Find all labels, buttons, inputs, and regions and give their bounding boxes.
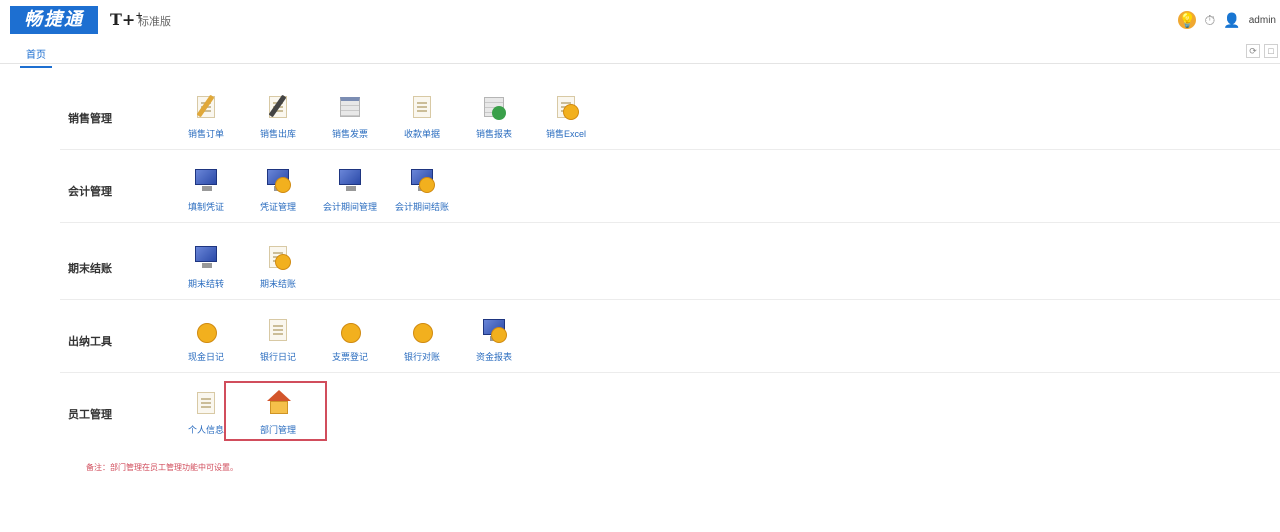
section-staff: 员工管理 个人信息 部门管理 bbox=[60, 376, 1280, 446]
doc-icon bbox=[407, 92, 437, 122]
header-tools: 💡 ⏱ 👤 admin bbox=[1178, 8, 1280, 32]
brand-logo[interactable]: 畅捷通 bbox=[10, 6, 98, 34]
sales-order-item[interactable]: 销售订单 bbox=[170, 92, 242, 148]
table-icon bbox=[335, 92, 365, 122]
doc-coin-icon bbox=[263, 242, 293, 272]
voucher-entry-item[interactable]: 填制凭证 bbox=[170, 165, 242, 221]
monitor-icon bbox=[191, 165, 221, 195]
user-icon[interactable]: 👤 bbox=[1223, 12, 1240, 29]
monitor-coin-icon bbox=[407, 165, 437, 195]
item-label: 收款单据 bbox=[403, 129, 440, 139]
voucher-manage-item[interactable]: 凭证管理 bbox=[242, 165, 314, 221]
sales-invoice-item[interactable]: 销售发票 bbox=[314, 92, 386, 148]
cheque-register-item[interactable]: 支票登记 bbox=[314, 315, 386, 371]
item-label: 资金报表 bbox=[475, 352, 512, 362]
section-title: 会计管理 bbox=[68, 186, 112, 198]
coin-icon bbox=[335, 315, 365, 345]
clock-icon[interactable]: ⏱ bbox=[1204, 12, 1215, 29]
cash-journal-item[interactable]: 现金日记 bbox=[170, 315, 242, 371]
check-icon bbox=[479, 92, 509, 122]
section-title: 员工管理 bbox=[68, 409, 112, 421]
item-label: 会计期间结账 bbox=[394, 202, 449, 212]
house-icon bbox=[263, 388, 293, 418]
monitor-icon bbox=[191, 242, 221, 272]
section-items: 销售订单 销售出库 销售发票 收款单据 销售报表 销售Excel bbox=[170, 92, 602, 148]
item-label: 会计期间管理 bbox=[322, 202, 377, 212]
lightbulb-icon[interactable]: 💡 bbox=[1178, 11, 1197, 29]
monitor-icon bbox=[335, 165, 365, 195]
coin-icon bbox=[191, 315, 221, 345]
section-items: 个人信息 部门管理 bbox=[170, 388, 314, 444]
section-title: 出纳工具 bbox=[68, 336, 112, 348]
section-title: 期末结账 bbox=[68, 263, 112, 275]
personal-info-item[interactable]: 个人信息 bbox=[170, 388, 242, 444]
section-items: 期末结转 期末结账 bbox=[170, 242, 314, 298]
item-label: 凭证管理 bbox=[259, 202, 296, 212]
item-label: 期末结转 bbox=[187, 279, 224, 289]
monitor-coin-icon bbox=[479, 315, 509, 345]
bank-journal-item[interactable]: 银行日记 bbox=[242, 315, 314, 371]
item-label: 销售出库 bbox=[259, 129, 296, 139]
doc-icon bbox=[191, 388, 221, 418]
sales-excel-item[interactable]: 销售Excel bbox=[530, 92, 602, 148]
edition-label: 标准版 bbox=[138, 16, 171, 28]
doc-icon bbox=[263, 315, 293, 345]
receipt-item[interactable]: 收款单据 bbox=[386, 92, 458, 148]
period-closing-item[interactable]: 期末结账 bbox=[242, 242, 314, 298]
section-sales: 销售管理 销售订单 销售出库 销售发票 收款单据 销售报表 销售Excel bbox=[60, 80, 1280, 150]
coin-icon bbox=[407, 315, 437, 345]
section-title: 销售管理 bbox=[68, 113, 112, 125]
tab-home[interactable]: 首页 bbox=[20, 46, 52, 68]
item-label: 销售Excel bbox=[545, 129, 586, 139]
fund-report-item[interactable]: 资金报表 bbox=[458, 315, 530, 371]
monitor-coin-icon bbox=[263, 165, 293, 195]
item-label: 部门管理 bbox=[259, 425, 296, 435]
item-label: 期末结账 bbox=[259, 279, 296, 289]
item-label: 支票登记 bbox=[331, 352, 368, 362]
section-accounting: 会计管理 填制凭证 凭证管理 会计期间管理 会计期间结账 bbox=[60, 153, 1280, 223]
period-manage-item[interactable]: 会计期间管理 bbox=[314, 165, 386, 221]
period-close-item[interactable]: 会计期间结账 bbox=[386, 165, 458, 221]
item-label: 银行对账 bbox=[403, 352, 440, 362]
coin-doc-icon bbox=[551, 92, 581, 122]
department-manage-item[interactable]: 部门管理 bbox=[242, 388, 314, 444]
top-bar: 畅捷通 T++ 标准版 💡 ⏱ 👤 admin bbox=[0, 0, 1280, 40]
tab-tools: ⟳ □ bbox=[1246, 44, 1278, 58]
item-label: 个人信息 bbox=[187, 425, 224, 435]
section-items: 填制凭证 凭证管理 会计期间管理 会计期间结账 bbox=[170, 165, 458, 221]
item-label: 销售报表 bbox=[475, 129, 512, 139]
sales-report-item[interactable]: 销售报表 bbox=[458, 92, 530, 148]
item-label: 填制凭证 bbox=[187, 202, 224, 212]
refresh-icon[interactable]: ⟳ bbox=[1246, 44, 1260, 58]
pencil-doc-icon bbox=[191, 92, 221, 122]
item-label: 销售订单 bbox=[187, 129, 224, 139]
section-cashier: 出纳工具 现金日记 银行日记 支票登记 银行对账 资金报表 bbox=[60, 303, 1280, 373]
bank-reconcile-item[interactable]: 银行对账 bbox=[386, 315, 458, 371]
period-transfer-item[interactable]: 期末结转 bbox=[170, 242, 242, 298]
pencil-doc-icon bbox=[263, 92, 293, 122]
item-label: 银行日记 bbox=[259, 352, 296, 362]
maximize-icon[interactable]: □ bbox=[1264, 44, 1278, 58]
item-label: 现金日记 bbox=[187, 352, 224, 362]
sales-outbound-item[interactable]: 销售出库 bbox=[242, 92, 314, 148]
footnote: 备注：部门管理在员工管理功能中可设置。 bbox=[86, 463, 238, 472]
tab-bar: 首页 ⟳ □ bbox=[0, 40, 1280, 68]
section-items: 现金日记 银行日记 支票登记 银行对账 资金报表 bbox=[170, 315, 530, 371]
user-name[interactable]: admin bbox=[1249, 15, 1276, 26]
section-period-end: 期末结账 期末结转 期末结账 bbox=[60, 230, 1280, 300]
item-label: 销售发票 bbox=[331, 129, 368, 139]
